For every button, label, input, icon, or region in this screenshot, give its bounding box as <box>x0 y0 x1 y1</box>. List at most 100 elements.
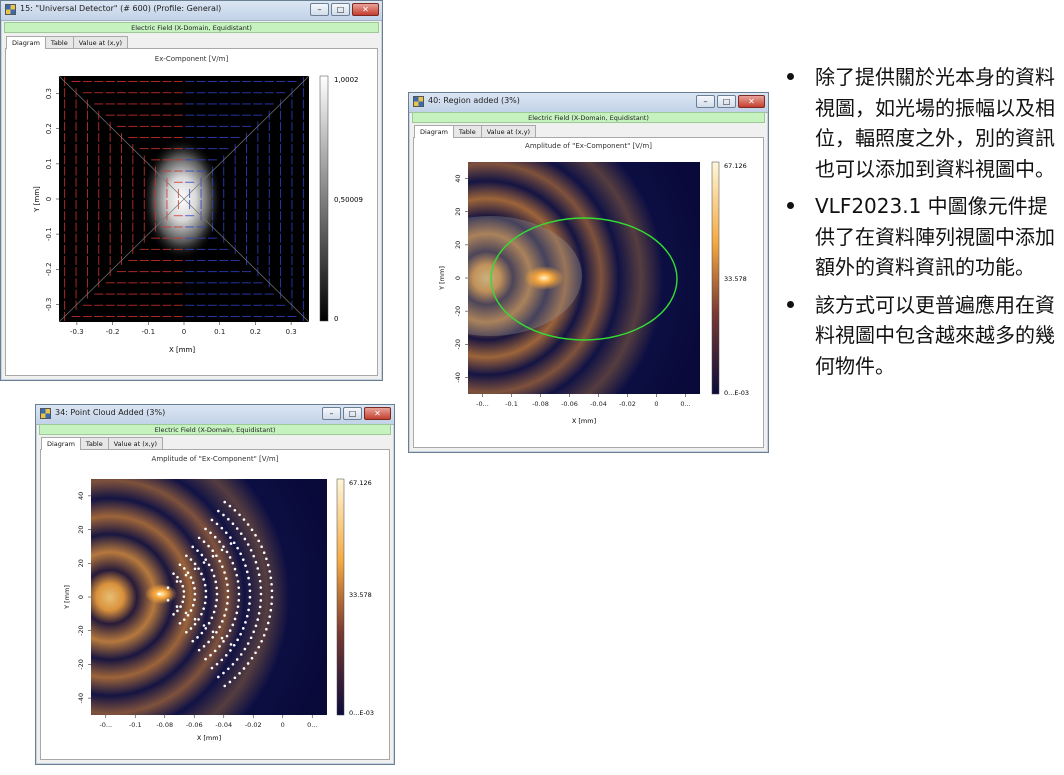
cloud-point <box>220 636 224 640</box>
cloud-point <box>247 608 250 612</box>
cloud-point <box>193 598 196 601</box>
x-tick-label: -0.02 <box>245 721 262 729</box>
maximize-button[interactable]: □ <box>331 3 350 16</box>
cloud-point <box>246 523 250 526</box>
region-window[interactable]: 40: Region added (3%) – □ ✕ Electric Fie… <box>408 92 769 453</box>
cloud-point <box>212 574 216 578</box>
cloud-point <box>191 639 195 643</box>
cloud-point <box>221 620 224 623</box>
cloud-point <box>186 571 190 574</box>
cloud-point <box>220 658 224 662</box>
cloud-point <box>239 632 242 636</box>
cloud-point <box>241 627 245 630</box>
cloud-point <box>191 603 195 607</box>
amplitude-plot-point-cloud[interactable]: 67.126 33.578 0...E-03 -0... -0.1 -0.08 -0.… <box>41 450 391 761</box>
y-tick-label: 0 <box>454 276 462 280</box>
y-tick-label: 0.3 <box>45 88 53 99</box>
detector-window[interactable]: 15: "Universal Detector" (# 600) (Profil… <box>0 0 383 381</box>
x-tick-label: -0.2 <box>106 328 120 336</box>
title-bar[interactable]: 34: Point Cloud Added (3%) – □ ✕ <box>36 405 394 425</box>
amplitude-plot-region[interactable]: 67.126 33.578 0...E-03 -0... -0.1 -0.08 -0.… <box>414 138 765 449</box>
cloud-point <box>193 592 197 596</box>
cloud-point <box>229 649 232 652</box>
minimize-button[interactable]: – <box>696 95 715 108</box>
x-tick-label: -0.08 <box>156 721 173 729</box>
cloud-point <box>248 583 251 586</box>
cloud-point <box>211 554 215 558</box>
maximize-button[interactable]: □ <box>343 407 362 420</box>
close-button[interactable]: ✕ <box>364 407 391 420</box>
field-spot <box>142 137 222 261</box>
close-button[interactable]: ✕ <box>352 3 379 16</box>
cloud-point <box>262 634 266 637</box>
tab-diagram[interactable]: Diagram <box>414 125 454 138</box>
x-tick-label: 0.2 <box>250 328 261 336</box>
cloud-point <box>181 584 185 588</box>
cloud-point <box>266 621 270 625</box>
close-button[interactable]: ✕ <box>738 95 765 108</box>
x-tick-label: -0.06 <box>186 721 203 729</box>
maximize-button[interactable]: □ <box>717 95 736 108</box>
cloud-point <box>257 573 261 577</box>
cloud-point <box>252 554 256 558</box>
cloud-point <box>243 537 247 541</box>
cloud-point <box>203 601 207 605</box>
cloud-point <box>204 558 208 561</box>
y-tick-label: -40 <box>77 693 85 704</box>
cloud-point <box>197 648 201 652</box>
cloud-point <box>182 595 186 598</box>
cloud-point <box>223 500 227 504</box>
cloud-point <box>247 576 250 580</box>
x-axis-label: X [mm] <box>169 346 195 354</box>
cloud-point <box>220 548 224 552</box>
cloud-point <box>260 639 263 643</box>
cloud-point <box>236 605 240 608</box>
ex-component-plot[interactable]: 1,0002 0,50009 0 -0.3 -0.2 -0.1 0 0.1 0.2 0.3 0… <box>6 49 379 377</box>
cloud-point <box>196 636 199 639</box>
cloud-point <box>218 540 221 544</box>
cloud-point <box>222 640 225 643</box>
cloud-point <box>254 651 257 655</box>
cloud-point <box>204 595 208 599</box>
cloud-point <box>260 545 263 549</box>
window-title: 34: Point Cloud Added (3%) <box>55 408 166 417</box>
cloud-point <box>222 545 225 548</box>
cloud-point <box>224 653 228 657</box>
minimize-button[interactable]: – <box>322 407 341 420</box>
cloud-point <box>211 636 215 639</box>
cloud-point <box>210 518 214 522</box>
app-icon <box>413 96 424 107</box>
cloud-point <box>214 604 218 608</box>
cloud-point <box>184 611 188 615</box>
cloud-point <box>268 615 272 618</box>
cloud-point <box>215 554 218 558</box>
colorbar-min: 0...E-03 <box>724 389 749 397</box>
cloud-point <box>215 598 218 602</box>
fringe-pattern <box>91 479 327 715</box>
x-tick-label: -0.1 <box>505 400 518 408</box>
title-bar[interactable]: 40: Region added (3%) – □ ✕ <box>409 93 768 113</box>
cloud-point <box>200 612 203 616</box>
y-tick-label: 40 <box>77 492 85 500</box>
x-tick-label: -0.04 <box>590 400 607 408</box>
x-axis-label: X [mm] <box>572 417 596 425</box>
cloud-point <box>184 573 188 577</box>
title-bar[interactable]: 15: "Universal Detector" (# 600) (Profil… <box>1 1 382 21</box>
minimize-button[interactable]: – <box>310 3 329 16</box>
point-cloud-window[interactable]: 34: Point Cloud Added (3%) – □ ✕ Electri… <box>35 404 395 765</box>
tab-diagram[interactable]: Diagram <box>6 36 46 49</box>
tab-diagram[interactable]: Diagram <box>41 437 81 450</box>
cloud-point <box>193 617 197 621</box>
cloud-point <box>212 610 216 614</box>
cloud-point <box>185 554 188 558</box>
x-tick-label: -0... <box>476 400 489 408</box>
cloud-point <box>193 562 197 566</box>
cloud-point <box>252 630 256 634</box>
y-tick-label: -0.1 <box>45 227 53 241</box>
cloud-point <box>189 576 193 579</box>
cloud-point <box>182 590 186 593</box>
x-tick-label: 0.1 <box>214 328 225 336</box>
cloud-point <box>265 627 268 631</box>
cloud-point <box>254 624 258 628</box>
bullet-item: 該方式可以更普遍應用在資料視圖中包含越來越多的幾何物件。 <box>783 290 1055 382</box>
